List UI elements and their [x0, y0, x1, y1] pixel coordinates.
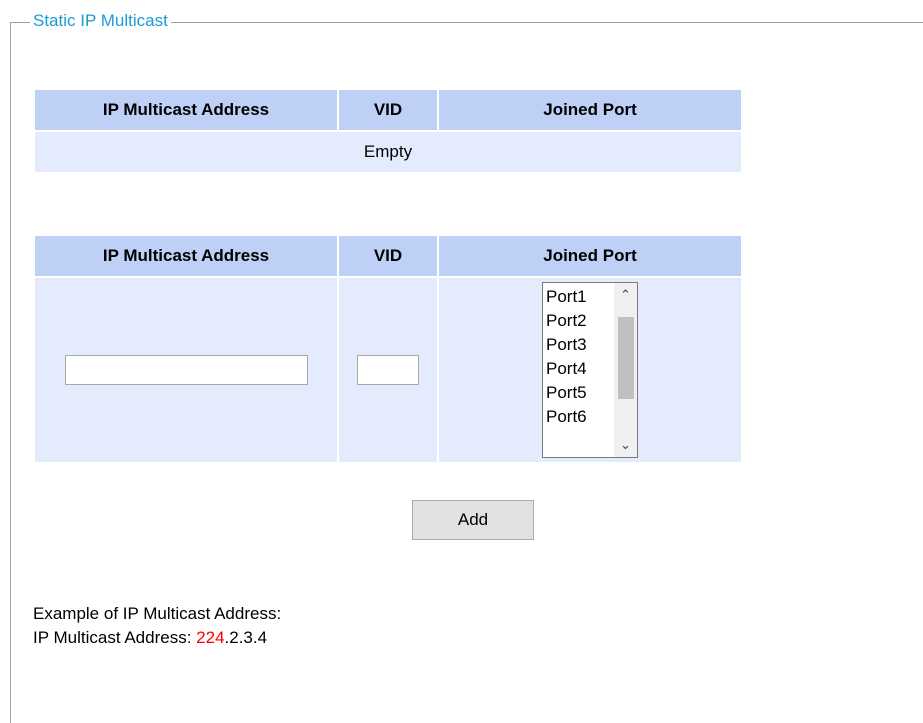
ip-multicast-address-input[interactable]: [64, 355, 308, 385]
example-prefix: IP Multicast Address:: [33, 628, 197, 647]
table-row: Empty: [35, 132, 741, 172]
listbox-scrollbar[interactable]: ⌃ ⌄: [614, 283, 637, 457]
header-ip-multicast-address: IP Multicast Address: [35, 236, 337, 276]
port-option-4[interactable]: Port4: [543, 357, 613, 381]
port-option-1[interactable]: Port1: [543, 285, 613, 309]
port-option-2[interactable]: Port2: [543, 309, 613, 333]
header-ip-multicast-address: IP Multicast Address: [35, 90, 337, 130]
vid-input[interactable]: [357, 355, 419, 385]
header-vid: VID: [339, 90, 437, 130]
vid-input-cell: [339, 278, 437, 462]
example-suffix: .2.3.4: [224, 628, 268, 647]
table-row: Port1 Port2 Port3 Port4 Port5 Port6 ⌃ ⌄: [35, 278, 741, 462]
table-header-row: IP Multicast Address VID Joined Port: [35, 236, 741, 276]
header-joined-port: Joined Port: [439, 236, 741, 276]
port-option-3[interactable]: Port3: [543, 333, 613, 357]
header-joined-port: Joined Port: [439, 90, 741, 130]
empty-cell: Empty: [35, 132, 741, 172]
ip-input-cell: [35, 278, 337, 462]
example-address-line: IP Multicast Address: 224.2.3.4: [33, 626, 281, 650]
port-option-6[interactable]: Port6: [543, 405, 613, 429]
fieldset-legend: Static IP Multicast: [30, 10, 171, 32]
multicast-table: IP Multicast Address VID Joined Port Emp…: [33, 88, 743, 174]
add-button[interactable]: Add: [412, 500, 534, 540]
scroll-up-arrow-icon[interactable]: ⌃: [614, 283, 637, 307]
scroll-down-arrow-icon[interactable]: ⌄: [614, 433, 637, 457]
example-text: Example of IP Multicast Address: IP Mult…: [33, 602, 281, 650]
add-entry-table: IP Multicast Address VID Joined Port Por…: [33, 234, 743, 464]
joined-port-listbox[interactable]: Port1 Port2 Port3 Port4 Port5 Port6 ⌃ ⌄: [542, 282, 638, 458]
port-option-5[interactable]: Port5: [543, 381, 613, 405]
example-title: Example of IP Multicast Address:: [33, 604, 282, 623]
header-vid: VID: [339, 236, 437, 276]
table-header-row: IP Multicast Address VID Joined Port: [35, 90, 741, 130]
joined-port-cell: Port1 Port2 Port3 Port4 Port5 Port6 ⌃ ⌄: [439, 278, 741, 462]
scrollbar-thumb[interactable]: [618, 317, 634, 399]
example-highlight: 224: [196, 628, 225, 647]
